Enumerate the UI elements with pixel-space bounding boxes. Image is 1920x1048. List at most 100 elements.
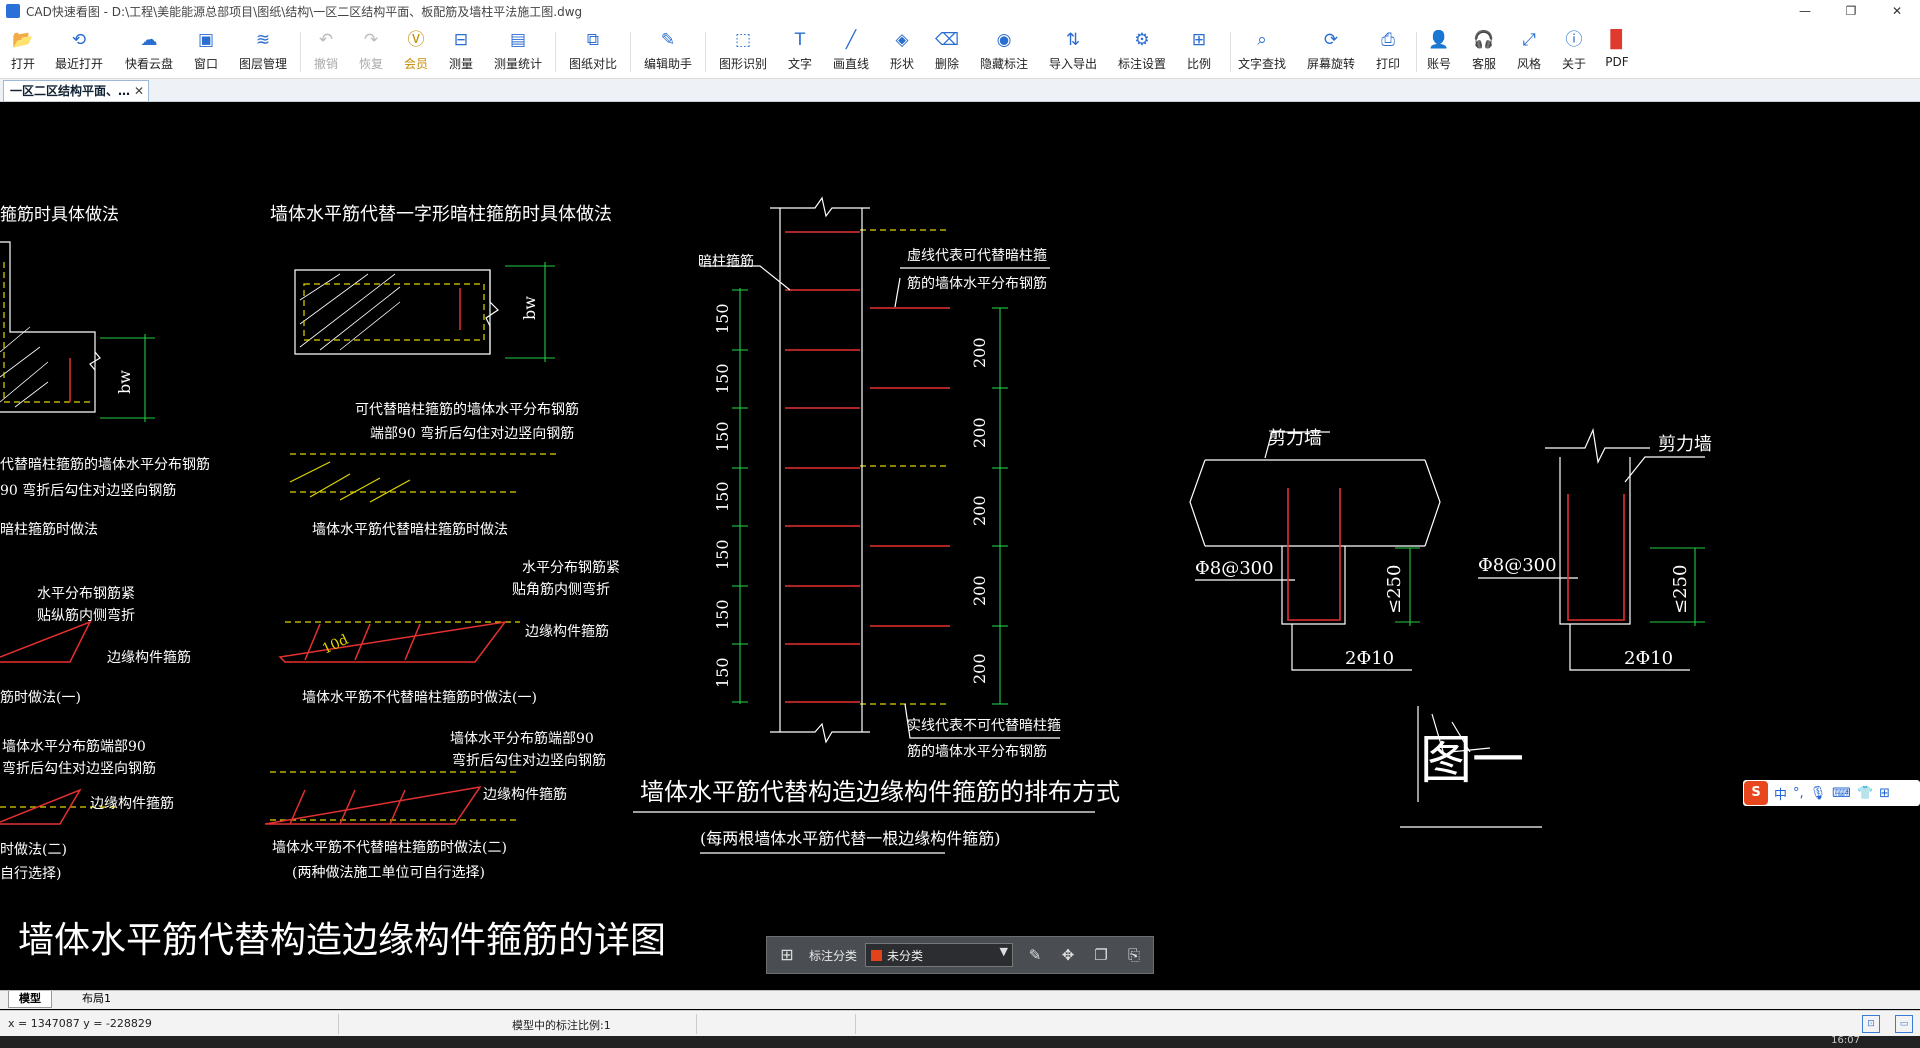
cloud-drive-button[interactable]: ☁ 快看云盘: [120, 26, 178, 76]
restore-button[interactable]: ❐: [1828, 0, 1874, 22]
annotation-settings-button[interactable]: ⚙ 标注设置: [1113, 26, 1171, 76]
keyboard-icon[interactable]: ⌨: [1832, 786, 1851, 801]
category-color-swatch: [871, 949, 883, 961]
drawing-text: (每两根墙体水平筋代替一根边缘构件箍筋): [700, 829, 1001, 848]
undo-icon: ↶: [318, 30, 334, 50]
shape-recognize-button[interactable]: ⬚ 图形识别: [714, 26, 772, 76]
drawing-text: 端部90 弯折后勾住对边竖向钢筋: [370, 425, 574, 442]
eye-hide-icon: ◉: [996, 30, 1012, 50]
window-title: CAD快速看图 - D:\工程\美能能源总部项目\图纸\结构\一区二区结构平面、…: [26, 4, 583, 19]
drawing-text: 墙体水平分布筋端部90: [450, 730, 594, 747]
dimension-text: 150: [713, 303, 732, 334]
pdf-icon: ▉: [1610, 30, 1624, 50]
drawing-text: (两种做法施工单位可自行选择): [292, 865, 485, 881]
ime-punctuation[interactable]: °,: [1793, 786, 1804, 801]
document-tab-label: 一区二区结构平面、…: [10, 84, 131, 98]
import-export-button[interactable]: ⇅ 导入导出: [1044, 26, 1102, 76]
drawing-text: 剪力墙: [1268, 428, 1322, 449]
drawing-canvas[interactable]: 箍筋时具体做法 墙体水平筋代替一字形暗柱箍筋时具体做法 代替暗柱箍筋的墙体水平分…: [0, 102, 1920, 990]
document-tab[interactable]: 一区二区结构平面、… ✕: [3, 80, 150, 101]
draw-line-button[interactable]: ╱ 画直线: [822, 26, 880, 76]
paste-icon[interactable]: ⎘: [1123, 944, 1145, 966]
headset-icon: 🎧: [1473, 30, 1495, 50]
drawing-text: 90 弯折后勾住对边竖向钢筋: [0, 482, 176, 499]
drawing-text: 筋的墙体水平分布钢筋: [907, 275, 1047, 292]
dimension-text: 150: [713, 363, 732, 394]
drawing-text: 贴纵筋内侧弯折: [37, 607, 135, 624]
dimension-text: bw: [115, 370, 134, 394]
compare-button[interactable]: ⧉ 图纸对比: [564, 26, 622, 76]
recent-open-button[interactable]: ⟲ 最近打开: [50, 26, 108, 76]
dimension-text: 200: [970, 417, 989, 448]
vip-icon: Ⓥ: [407, 30, 425, 50]
shape-icon: ◈: [895, 30, 909, 50]
drawing-text: 时做法(二): [0, 842, 67, 858]
window-button[interactable]: ▣ 窗口: [177, 26, 235, 76]
toolbox-icon[interactable]: ⊞: [1879, 786, 1890, 801]
measure-button[interactable]: ⊟ 测量: [432, 26, 490, 76]
open-button[interactable]: 📂 打开: [0, 26, 52, 76]
drawing-text: 墙体水平筋代替一字形暗柱箍筋时具体做法: [270, 204, 612, 225]
measure-stats-button[interactable]: ▤ 测量统计: [489, 26, 547, 76]
close-window-button[interactable]: ✕: [1874, 0, 1920, 22]
redo-icon: ↷: [363, 30, 379, 50]
skin-icon[interactable]: 👕: [1857, 786, 1873, 801]
scale-button[interactable]: ⊞ 比例: [1170, 26, 1228, 76]
annotation-settings-icon: ⚙: [1134, 30, 1150, 50]
drawing-text: 边缘构件箍筋: [90, 795, 174, 812]
move-icon[interactable]: ✥: [1057, 944, 1079, 966]
dimension-text: 150: [713, 657, 732, 688]
drawing-text: 剪力墙: [1658, 434, 1712, 455]
eraser-icon: ⌫: [934, 30, 960, 50]
drawing-text: 墙体水平筋不代替暗柱箍筋时做法(一): [302, 689, 537, 706]
rotate-screen-icon: ⟳: [1323, 30, 1339, 50]
edit-annotation-icon[interactable]: ✎: [1024, 944, 1046, 966]
ruler-icon: ⊟: [453, 30, 469, 50]
dimension-text: 200: [970, 495, 989, 526]
pdf-button[interactable]: ▉ PDF: [1588, 26, 1646, 76]
layer-manager-button[interactable]: ≋ 图层管理: [234, 26, 292, 76]
drawing-text: 2Φ10: [1345, 648, 1394, 669]
print-button[interactable]: ⎙ 打印: [1359, 26, 1417, 76]
text-button[interactable]: T 文字: [771, 26, 829, 76]
dimension-text: ≤250: [1384, 565, 1405, 614]
text-search-button[interactable]: ⌕ 文字查找: [1233, 26, 1291, 76]
history-icon: ⟲: [71, 30, 87, 50]
text-icon: T: [794, 30, 806, 50]
close-tab-icon[interactable]: ✕: [134, 81, 144, 101]
main-toolbar: 📂 打开 ⟲ 最近打开 ☁ 快看云盘 ▣ 窗口 ≋ 图层管理 ↶ 撤销 ↷ 恢复 Ⓥ 会员 ⊟ 测…: [0, 22, 1920, 79]
tab-model[interactable]: 模型: [8, 991, 52, 1008]
grid-icon[interactable]: ⊞: [777, 945, 797, 965]
dimension-text: 200: [970, 653, 989, 684]
text-search-icon: ⌕: [1257, 30, 1267, 50]
dimension-text: bw: [520, 296, 539, 320]
snap-icon[interactable]: ⊡: [1862, 1015, 1880, 1033]
drawing-text: 2Φ10: [1624, 648, 1673, 669]
drawing-text: 水平分布钢筋紧: [522, 559, 620, 576]
drawing-text: 筋的墙体水平分布钢筋: [907, 743, 1047, 760]
rotate-screen-button[interactable]: ⟳ 屏幕旋转: [1302, 26, 1360, 76]
hide-annotation-button[interactable]: ◉ 隐藏标注: [975, 26, 1033, 76]
folder-open-icon: 📂: [12, 30, 34, 50]
edit-assistant-button[interactable]: ✎ 编辑助手: [639, 26, 697, 76]
minimize-button[interactable]: —: [1782, 0, 1828, 22]
tab-layout1[interactable]: 布局1: [72, 991, 121, 1007]
ime-toolbar[interactable]: S 中 °, 🎙 ⌨ 👕 ⊞: [1743, 780, 1920, 806]
printer-icon: ⎙: [1381, 30, 1395, 50]
app-logo-icon: [6, 4, 20, 18]
fullscreen-icon[interactable]: ▭: [1895, 1015, 1913, 1033]
drawing-text: 实线代表不可代替暗柱箍: [907, 717, 1061, 734]
ime-mode[interactable]: 中: [1774, 784, 1787, 803]
figure-label: 图一: [1420, 731, 1524, 791]
annotation-toolbar: ⊞ 标注分类 未分类 ▼ ✎ ✥ ❐ ⎘: [766, 936, 1154, 974]
dimension-text: 200: [970, 575, 989, 606]
delete-button[interactable]: ⌫ 删除: [918, 26, 976, 76]
copy-icon[interactable]: ❐: [1090, 944, 1112, 966]
layers-icon: ≋: [255, 30, 271, 50]
microphone-icon[interactable]: 🎙: [1810, 786, 1827, 801]
window-icon: ▣: [197, 30, 215, 50]
drawing-text: 水平分布钢筋紧: [37, 585, 135, 602]
drawing-text: 筋时做法(一): [0, 689, 81, 706]
annotation-category-select[interactable]: 未分类 ▼: [865, 943, 1014, 967]
category-value: 未分类: [887, 948, 924, 963]
